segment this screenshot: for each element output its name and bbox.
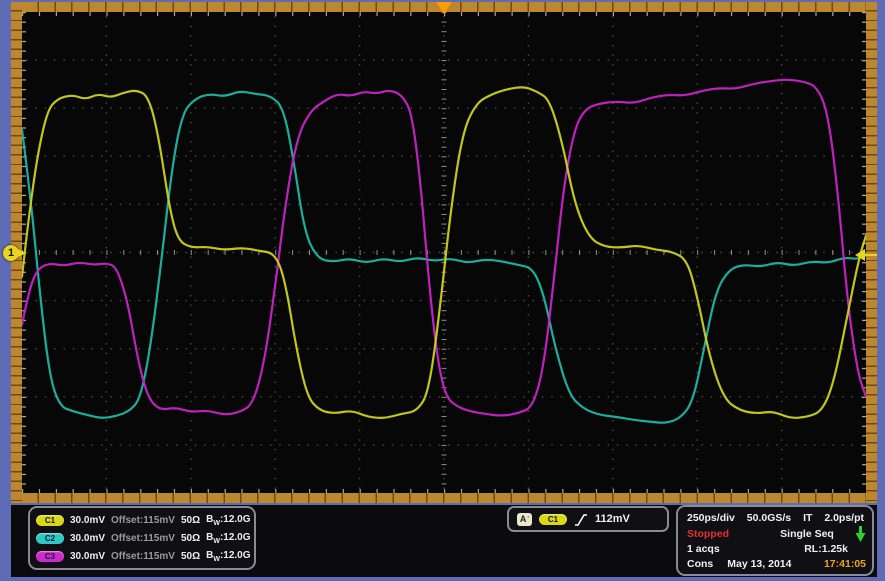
channel-readout-row-c2[interactable]: C2 30.0mV Offset:115mV 50Ω BW:12.0G (36, 530, 248, 546)
channel-bandwidth: BW:12.0G (206, 532, 250, 545)
acquisition-line-date: Cons May 13, 2014 17:41:05 (687, 557, 866, 571)
acquisition-mode: Single Seq (759, 527, 855, 541)
channel1-marker-arrow-icon (18, 249, 26, 257)
channel-bandwidth: BW:12.0G (206, 550, 250, 563)
channel-readout-row-c1[interactable]: C1 30.0mV Offset:115mV 50Ω BW:12.0G (36, 512, 248, 528)
channel-scale: 30.0mV (70, 551, 105, 562)
waveform-canvas (22, 12, 866, 493)
acquisition-readout-panel[interactable]: 250ps/div 50.0GS/s IT 2.0ps/pt Stopped S… (676, 505, 874, 576)
waveform-display (22, 12, 866, 493)
date-value: May 13, 2014 (727, 557, 791, 571)
trigger-source-badge[interactable]: C1 (539, 514, 567, 525)
trigger-readout-panel[interactable]: A' C1 112mV (507, 506, 669, 532)
channel-badge-c3[interactable]: C3 (36, 551, 64, 562)
acquisition-count: 1 acqs (687, 542, 720, 556)
channel1-position-marker[interactable]: 1 (3, 245, 30, 262)
record-length: RL:1.25k (804, 542, 848, 556)
channel-readout-row-c3[interactable]: C3 30.0mV Offset:115mV 50Ω BW:12.0G (36, 548, 248, 564)
channel1-marker-label: 1 (3, 245, 19, 261)
channel-offset: Offset:115mV (111, 551, 175, 562)
channel-readouts-panel[interactable]: C1 30.0mV Offset:115mV 50Ω BW:12.0G C2 3… (28, 506, 256, 570)
time-value: 17:41:05 (824, 557, 866, 571)
trigger-level-tail (864, 254, 877, 257)
trigger-position-marker[interactable] (436, 2, 452, 14)
channel-badge-c1[interactable]: C1 (36, 515, 64, 526)
channel-impedance: 50Ω (181, 533, 200, 544)
single-seq-arrow-icon (855, 526, 866, 542)
status-bar: C1 30.0mV Offset:115mV 50Ω BW:12.0G C2 3… (11, 505, 877, 577)
persona-label: Cons (687, 557, 713, 571)
resolution-value: 2.0ps/pt (824, 511, 864, 525)
acquisition-line-horizontal: 250ps/div 50.0GS/s IT 2.0ps/pt (687, 511, 866, 525)
channel-badge-c2[interactable]: C2 (36, 533, 64, 544)
channel-offset: Offset:115mV (111, 533, 175, 544)
channel-offset: Offset:115mV (111, 515, 175, 526)
acquisition-line-status: Stopped Single Seq (687, 526, 866, 542)
graticule-ticks-bottom (22, 493, 866, 503)
timebase-value: 250ps/div (687, 511, 735, 525)
channel-scale: 30.0mV (70, 515, 105, 526)
acquisition-status: Stopped (687, 527, 759, 541)
rising-edge-icon (574, 513, 588, 526)
trigger-a-badge: A' (517, 513, 532, 526)
oscilloscope-screen: 1 C1 30.0mV Offset:115mV 50Ω BW:12.0G C2… (0, 0, 885, 581)
channel-bandwidth: BW:12.0G (206, 514, 250, 527)
channel-impedance: 50Ω (181, 515, 200, 526)
trigger-level-value: 112mV (595, 513, 630, 525)
interpolation-mode: IT (803, 511, 812, 525)
channel-scale: 30.0mV (70, 533, 105, 544)
graticule-frame (11, 2, 877, 503)
acquisition-line-count: 1 acqs RL:1.25k (687, 542, 866, 556)
channel-impedance: 50Ω (181, 551, 200, 562)
sample-rate-value: 50.0GS/s (747, 511, 791, 525)
trigger-level-marker[interactable] (855, 249, 877, 261)
